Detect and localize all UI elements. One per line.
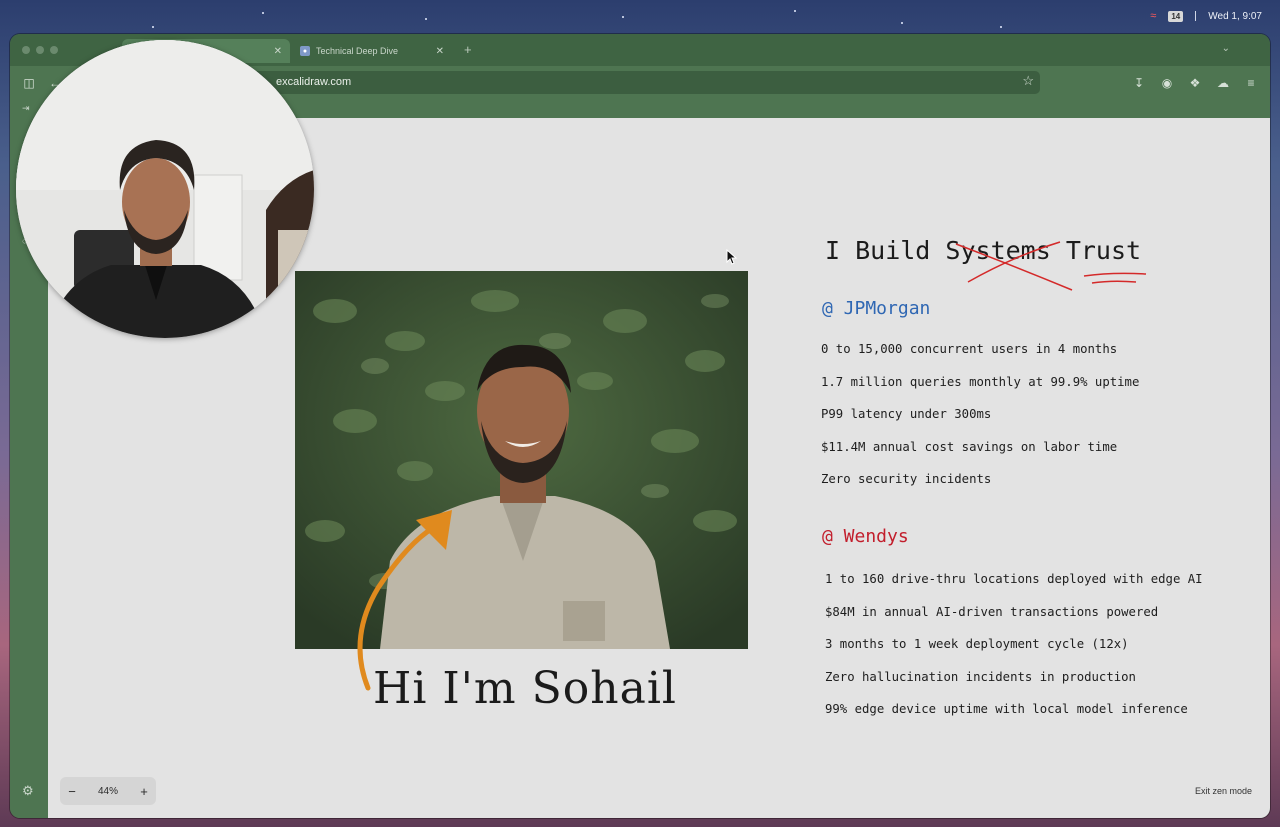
jpmorgan-heading[interactable]: @ JPMorgan	[822, 298, 930, 319]
list-item[interactable]: 1 to 160 drive-thru locations deployed w…	[825, 572, 1203, 605]
close-tab-icon[interactable]: ✕	[436, 46, 444, 57]
list-item[interactable]: 1.7 million queries monthly at 99.9% upt…	[821, 375, 1139, 408]
bookmarks-import-icon[interactable]: ⇥	[22, 103, 30, 114]
list-item[interactable]: 0 to 15,000 concurrent users in 4 months	[821, 342, 1139, 375]
account-icon[interactable]: ◉	[1158, 74, 1176, 92]
settings-gear-icon[interactable]: ⚙	[22, 783, 34, 799]
zoom-level[interactable]: 44%	[84, 786, 132, 797]
headline-part-1: I Build	[825, 236, 946, 265]
menu-hamburger-icon[interactable]: ≡	[1242, 74, 1260, 92]
list-item[interactable]: Zero hallucination incidents in producti…	[825, 670, 1203, 703]
close-tab-icon[interactable]: ✕	[274, 46, 282, 57]
mouse-cursor-icon	[726, 249, 738, 265]
list-item[interactable]: Zero security incidents	[821, 472, 1139, 505]
extensions-puzzle-icon[interactable]: ❖	[1186, 74, 1204, 92]
address-bar-url[interactable]: excalidraw.com	[276, 76, 351, 88]
list-item[interactable]: P99 latency under 300ms	[821, 407, 1139, 440]
zoom-in-button[interactable]: +	[132, 784, 156, 799]
cloud-sync-icon[interactable]: ☁	[1214, 74, 1232, 92]
list-item[interactable]: $11.4M annual cost savings on labor time	[821, 440, 1139, 473]
download-icon[interactable]: ↧	[1130, 74, 1148, 92]
notification-count-badge[interactable]: 14	[1168, 10, 1184, 22]
menubar-clock[interactable]: Wed 1, 9:07	[1208, 11, 1262, 22]
minimize-window-button[interactable]	[36, 46, 44, 54]
jpmorgan-achievements: 0 to 15,000 concurrent users in 4 months…	[821, 342, 1139, 505]
sidebar-toggle-icon[interactable]: ◫	[20, 74, 38, 92]
zoom-out-button[interactable]: −	[60, 784, 84, 799]
exit-zen-mode-button[interactable]: Exit zen mode	[1195, 786, 1252, 796]
tab-title: Technical Deep Dive	[316, 46, 399, 56]
wifi-icon[interactable]: ≈	[1150, 10, 1156, 22]
tab-favicon-icon: ●	[300, 46, 310, 56]
bookmark-star-icon[interactable]: ☆	[1022, 73, 1034, 89]
list-item[interactable]: $84M in annual AI-driven transactions po…	[825, 605, 1203, 638]
list-item[interactable]: 3 months to 1 week deployment cycle (12x…	[825, 637, 1203, 670]
macos-menubar: ≈ 14 Wed 1, 9:07	[1150, 10, 1262, 22]
menubar-divider	[1195, 11, 1197, 21]
new-tab-plus-icon[interactable]: +	[464, 42, 472, 57]
list-item[interactable]: 99% edge device uptime with local model …	[825, 702, 1203, 735]
zoom-control: − 44% +	[60, 777, 156, 805]
close-window-button[interactable]	[22, 46, 30, 54]
zoom-window-button[interactable]	[50, 46, 58, 54]
webcam-overlay[interactable]	[16, 40, 314, 338]
red-strikethrough-annotation[interactable]	[944, 236, 1204, 296]
wendys-achievements: 1 to 160 drive-thru locations deployed w…	[825, 572, 1203, 735]
tab-list-chevron-down-icon[interactable]: ⌄	[1222, 43, 1230, 54]
greeting-text[interactable]: Hi I'm Sohail	[373, 663, 677, 714]
address-bar[interactable]: excalidraw.com ☆	[248, 71, 1040, 94]
webcam-feed-graphic	[16, 40, 314, 338]
wendys-heading[interactable]: @ Wendys	[822, 526, 909, 547]
tab-technical-deep-dive[interactable]: ● Technical Deep Dive ✕	[292, 39, 452, 63]
